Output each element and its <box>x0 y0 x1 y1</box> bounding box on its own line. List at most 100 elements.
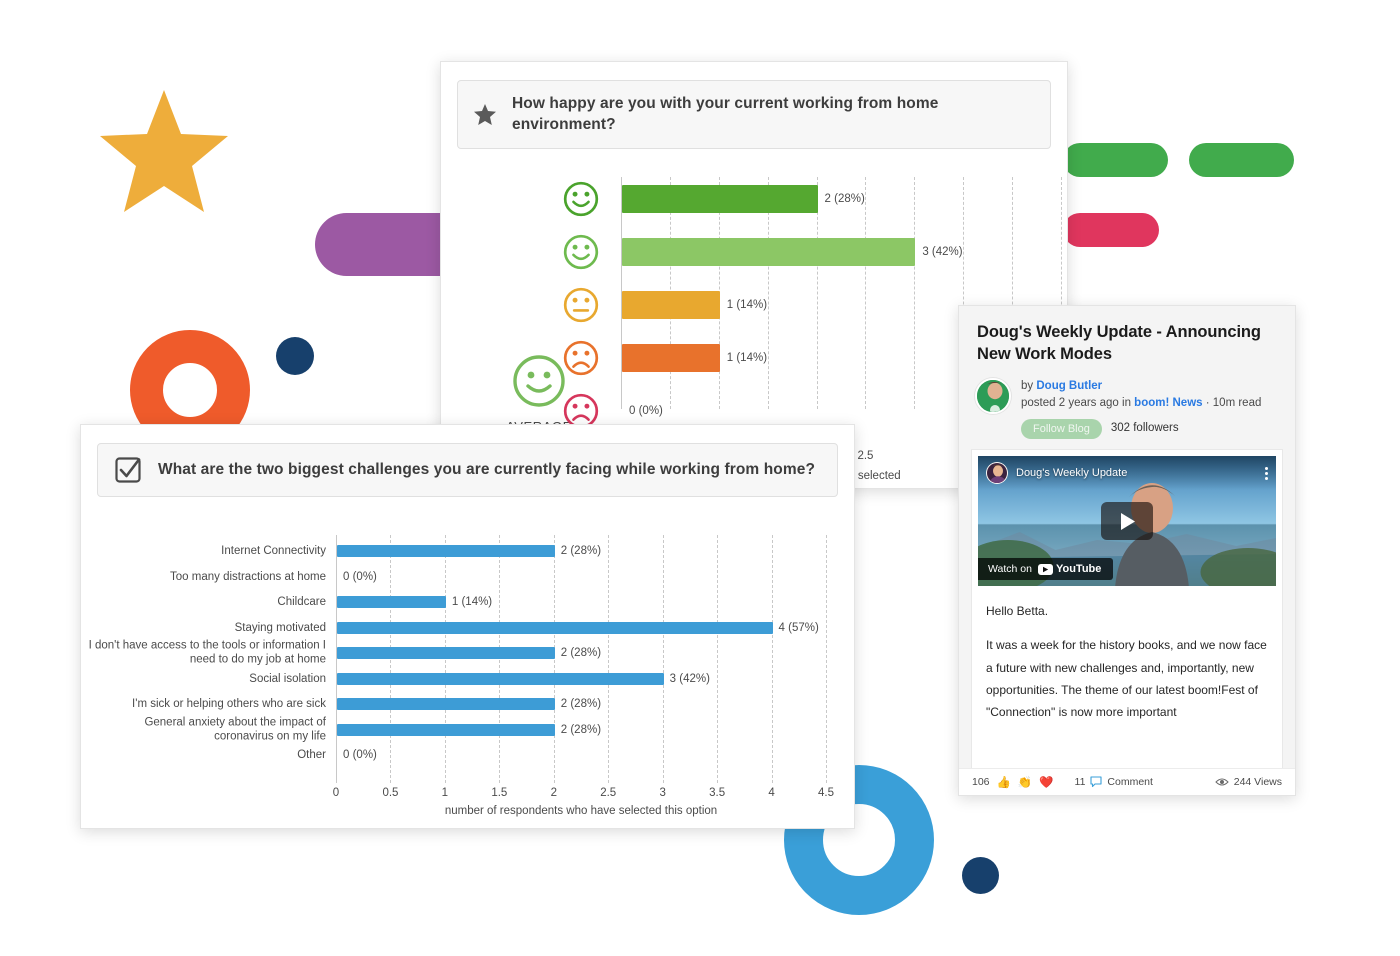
comment-count: 11 <box>1074 776 1086 788</box>
watch-on-label: Watch on <box>988 563 1032 576</box>
blog-paragraph-2: It was a week for the history books, and… <box>986 638 1267 719</box>
bar-neutral-face <box>622 290 720 319</box>
gridline <box>914 176 916 409</box>
x-tick-label: 1 <box>441 786 449 799</box>
category-label: Childcare <box>277 595 326 608</box>
byline-row: by Doug Butler <box>1021 378 1261 396</box>
bar-value-label: 3 (42%) <box>669 672 710 685</box>
bar-value-label: 2 (28%) <box>560 545 602 557</box>
navy-dot-decoration-2 <box>962 857 999 894</box>
posted-row: posted 2 years ago in boom! News · 10m r… <box>1021 395 1261 413</box>
blog-footer: 106 👍 👏 ❤️ 11 Comment 244 Views <box>959 768 1295 795</box>
checkbox-icon <box>114 456 142 484</box>
question-header-challenges: What are the two biggest challenges you … <box>97 443 838 497</box>
question-header-happiness: How happy are you with your current work… <box>457 80 1051 149</box>
green-pill-decoration-1 <box>1063 143 1168 177</box>
question-text-happiness: How happy are you with your current work… <box>512 95 939 134</box>
by-prefix: by <box>1021 379 1034 392</box>
blog-post-card: Doug's Weekly Update - Announcing New Wo… <box>958 305 1296 796</box>
author-link[interactable]: Doug Butler <box>1036 380 1102 392</box>
gridline <box>717 535 719 783</box>
bar-value-label: 0 (0%) <box>343 749 377 761</box>
average-happy-face-icon <box>513 355 565 407</box>
bar-value-label: 4 (57%) <box>778 621 819 634</box>
blog-name-link[interactable]: boom! News <box>1134 397 1202 409</box>
video-title: Doug's Weekly Update <box>1016 467 1128 480</box>
gridline <box>662 535 664 783</box>
navy-dot-decoration-1 <box>276 337 314 375</box>
bar-0 <box>337 545 555 557</box>
bar-value-label: 1 (14%) <box>726 351 768 364</box>
category-label: I'm sick or helping others who are sick <box>132 697 326 710</box>
watch-on-youtube-badge[interactable]: Watch on YouTube <box>978 558 1114 581</box>
face-icon-very-happy-face <box>563 181 599 217</box>
bar-value-label: 1 (14%) <box>726 298 768 311</box>
play-button[interactable] <box>1101 502 1153 541</box>
comment-bubble-icon <box>1090 776 1102 788</box>
blog-paragraph-1: Hello Betta. <box>986 604 1049 619</box>
star-icon <box>474 103 496 125</box>
category-label: Internet Connectivity <box>221 544 326 557</box>
category-label: I don't have access to the tools or info… <box>88 639 326 666</box>
read-time: · 10m read <box>1205 397 1262 410</box>
heart-icon[interactable]: ❤️ <box>1039 775 1053 789</box>
x-tick-label: 2 <box>550 786 557 799</box>
face-icon-neutral-face <box>563 287 599 323</box>
face-icon-sad-face <box>563 340 599 376</box>
bar-value-label: 2 (28%) <box>560 647 602 659</box>
bar-value-label: 2 (28%) <box>824 192 865 205</box>
thumbs-up-icon[interactable]: 👍 <box>997 775 1011 789</box>
bar-4 <box>337 647 555 659</box>
green-pill-decoration-2 <box>1189 143 1294 177</box>
bar-2 <box>337 596 446 608</box>
pink-pill-decoration <box>1063 213 1159 247</box>
x-tick-label: 3.5 <box>709 786 726 799</box>
question-text-challenges: What are the two biggest challenges you … <box>158 461 816 479</box>
blog-content-panel: Doug's Weekly Update Watch on YouTube He… <box>971 449 1283 772</box>
bar-very-happy-face <box>622 184 818 213</box>
x-tick-label: 2.5 <box>600 786 617 799</box>
bar-happy-face <box>622 237 916 266</box>
category-label: Staying motivated <box>234 621 326 634</box>
comment-group[interactable]: 11 Comment <box>1075 776 1153 788</box>
x-axis-title: number of respondents who have selected … <box>444 804 718 817</box>
youtube-logo-icon: YouTube <box>1037 563 1101 575</box>
video-player[interactable]: Doug's Weekly Update Watch on YouTube <box>978 456 1276 587</box>
followers-count: 302 followers <box>1110 422 1179 435</box>
challenges-plot-area: 0 0.5 1 1.5 2 2.5 3 3.5 4 4.5 number of respondent… <box>81 535 854 828</box>
blog-post-title: Doug's Weekly Update - Announcing New Wo… <box>977 323 1261 363</box>
video-channel-avatar <box>986 462 1008 485</box>
x-tick-label: 2.5 <box>857 449 874 462</box>
gridline <box>608 535 610 783</box>
category-label: General anxiety about the impact of coro… <box>144 716 326 743</box>
bar-value-label: 2 (28%) <box>560 698 602 710</box>
views-count: 244 Views <box>1233 776 1282 788</box>
video-menu-icon[interactable] <box>1265 466 1268 480</box>
blog-body-text: Hello Betta. It was a week for the histo… <box>972 586 1282 723</box>
bar-7 <box>337 723 555 736</box>
eye-icon <box>1215 778 1229 786</box>
bar-3 <box>337 621 773 634</box>
bar-value-label: 0 (0%) <box>629 404 663 417</box>
category-label: Too many distractions at home <box>170 570 326 583</box>
x-tick-label: 0 <box>332 786 340 799</box>
blog-meta: by Doug Butler posted 2 years ago in boo… <box>959 366 1295 450</box>
gridline <box>826 535 827 783</box>
gridline <box>865 176 867 409</box>
x-tick-label: 4.5 <box>818 786 834 799</box>
bar-value-label: 1 (14%) <box>451 596 493 608</box>
star-decoration <box>100 90 228 212</box>
posted-prefix: posted 2 years ago in <box>1021 397 1131 410</box>
x-tick-label: 3 <box>659 786 666 799</box>
x-tick-label: 4 <box>768 786 775 799</box>
challenges-survey-card: What are the two biggest challenges you … <box>80 424 855 829</box>
clap-icon[interactable]: 👏 <box>1018 775 1032 789</box>
bar-sad-face <box>622 343 720 372</box>
views-group: 244 Views <box>1215 776 1282 788</box>
bar-value-label: 3 (42%) <box>922 245 963 258</box>
bar-6 <box>337 698 555 710</box>
follow-blog-button[interactable]: Follow Blog <box>1021 419 1102 440</box>
x-tick-label: 1.5 <box>491 786 508 799</box>
gridline <box>771 535 773 783</box>
face-icon-happy-face <box>563 234 599 270</box>
